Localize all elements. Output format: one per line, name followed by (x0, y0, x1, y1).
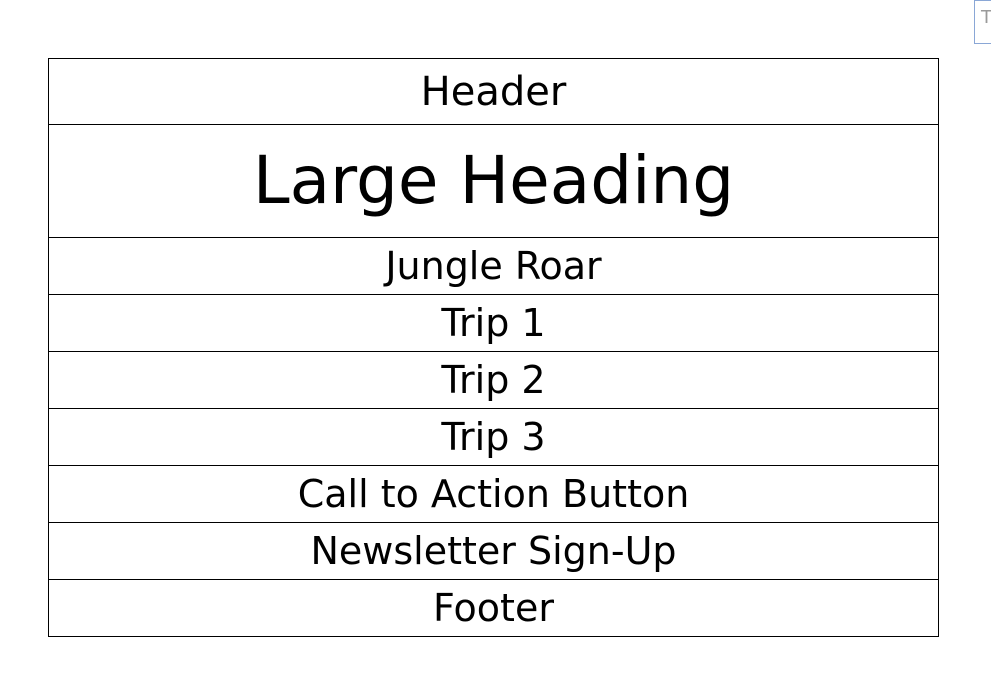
trip-1-cell: Trip 1 (48, 294, 939, 352)
jungle-roar-cell: Jungle Roar (48, 237, 939, 295)
wireframe-row-newsletter: Newsletter Sign-Up (48, 522, 939, 580)
wireframe-row-jungle-roar: Jungle Roar (48, 237, 939, 295)
wireframe-row-call-to-action: Call to Action Button (48, 465, 939, 523)
corner-textbox[interactable]: T (974, 0, 991, 44)
newsletter-cell: Newsletter Sign-Up (48, 522, 939, 580)
wireframe-row-header: Header (48, 58, 939, 125)
corner-textbox-text: T (981, 7, 991, 28)
trip-2-cell: Trip 2 (48, 351, 939, 409)
call-to-action-cell: Call to Action Button (48, 465, 939, 523)
wireframe-row-trip-3: Trip 3 (48, 408, 939, 466)
header-cell: Header (48, 58, 939, 125)
wireframe-row-trip-2: Trip 2 (48, 351, 939, 409)
wireframe-row-large-heading: Large Heading (48, 124, 939, 238)
wireframe-row-footer: Footer (48, 579, 939, 637)
trip-3-cell: Trip 3 (48, 408, 939, 466)
footer-cell: Footer (48, 579, 939, 637)
large-heading-cell: Large Heading (48, 124, 939, 238)
wireframe-table: Header Large Heading Jungle Roar Trip 1 … (48, 58, 939, 637)
wireframe-row-trip-1: Trip 1 (48, 294, 939, 352)
